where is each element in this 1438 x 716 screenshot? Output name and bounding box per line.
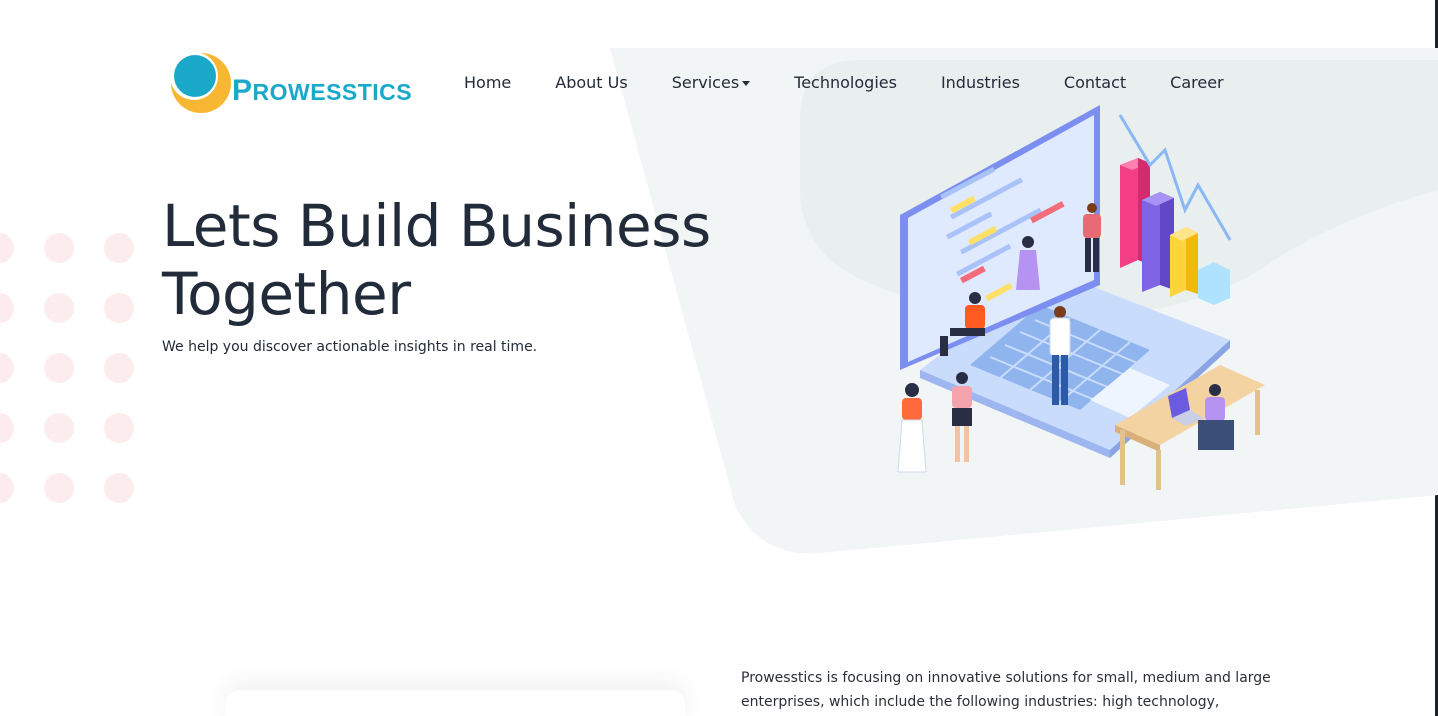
decorative-dot-grid — [0, 233, 164, 513]
nav-services-label: Services — [671, 73, 740, 92]
brand-name: PROWESSTICS — [232, 74, 413, 107]
decorative-dot — [104, 233, 134, 263]
decorative-dot — [44, 293, 74, 323]
nav-services[interactable]: Services — [671, 73, 751, 92]
about-intro-text: Prowesstics is focusing on innovative so… — [741, 670, 1271, 710]
decorative-dot — [0, 413, 14, 443]
site-header: PROWESSTICS Home About Us Services Techn… — [0, 0, 1438, 160]
decorative-dot — [44, 413, 74, 443]
decorative-dot — [0, 473, 14, 503]
decorative-dot — [104, 353, 134, 383]
brand-logo[interactable]: PROWESSTICS — [170, 50, 415, 116]
nav-career[interactable]: Career — [1170, 73, 1223, 92]
decorative-dot — [104, 413, 134, 443]
decorative-dot — [44, 353, 74, 383]
decorative-dot — [44, 473, 74, 503]
nav-industries[interactable]: Industries — [941, 73, 1020, 92]
decorative-dot — [104, 293, 134, 323]
caret-down-icon — [742, 80, 751, 86]
hero-subtitle: We help you discover actionable insights… — [162, 339, 538, 355]
nav-home[interactable]: Home — [464, 73, 511, 92]
decorative-dot — [44, 233, 74, 263]
decorative-dot — [104, 473, 134, 503]
decorative-dot — [0, 293, 14, 323]
team-laptop-analytics-illustration — [897, 105, 1265, 490]
hero-title: Lets Build Business Together — [162, 192, 711, 328]
nav-technologies[interactable]: Technologies — [794, 73, 897, 92]
decorative-dot — [0, 353, 14, 383]
circle-sun-logo-icon — [170, 52, 231, 113]
decorative-dot — [0, 233, 14, 263]
nav-contact[interactable]: Contact — [1064, 73, 1126, 92]
main-navigation: Home About Us Services Technologies Indu… — [464, 73, 1224, 92]
nav-about-us[interactable]: About Us — [555, 73, 627, 92]
feature-card — [225, 690, 685, 716]
